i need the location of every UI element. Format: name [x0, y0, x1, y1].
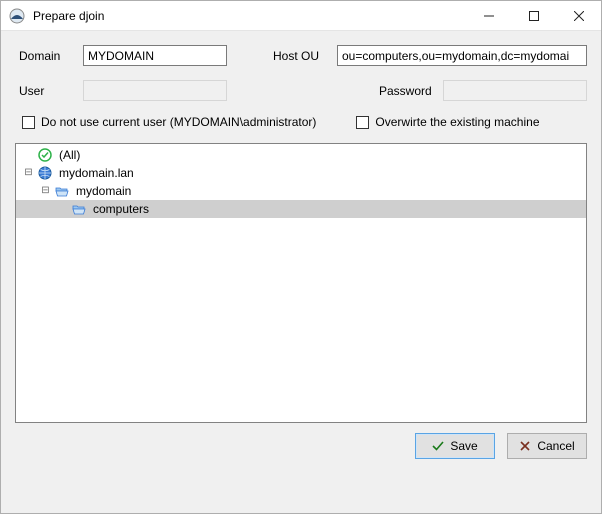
tree-label: computers — [91, 202, 151, 216]
checkbox-icon — [22, 116, 35, 129]
close-button[interactable] — [556, 1, 601, 30]
save-button-label: Save — [450, 439, 477, 453]
tree-twisty-none: ▪ — [54, 204, 71, 214]
client-area: Domain Host OU User Password — [1, 31, 601, 513]
tree-node-ou-computers[interactable]: ▪ computers — [16, 200, 586, 218]
form-area: Domain Host OU User Password — [1, 31, 601, 143]
folder-open-icon — [71, 201, 87, 217]
checkbox-icon — [356, 116, 369, 129]
tree-label: (All) — [57, 148, 82, 162]
save-button[interactable]: Save — [415, 433, 495, 459]
domain-input[interactable] — [83, 45, 227, 66]
tree-label: mydomain — [74, 184, 133, 198]
folder-open-icon — [54, 183, 70, 199]
password-input — [443, 80, 587, 101]
not-current-user-checkbox[interactable]: Do not use current user (MYDOMAIN\admini… — [22, 115, 316, 129]
button-bar: Save Cancel — [1, 423, 601, 471]
tree-twisty-none: ▪ — [20, 150, 37, 160]
tree-node-ou-mydomain[interactable]: ⊟ mydomain — [16, 182, 586, 200]
window-title: Prepare djoin — [33, 9, 466, 23]
not-current-user-label: Do not use current user (MYDOMAIN\admini… — [41, 115, 316, 129]
titlebar: Prepare djoin — [1, 1, 601, 31]
overwrite-label: Overwirte the existing machine — [375, 115, 539, 129]
globe-icon — [37, 165, 53, 181]
tree-collapse-icon[interactable]: ⊟ — [37, 186, 54, 196]
user-input — [83, 80, 227, 101]
user-label: User — [19, 84, 83, 98]
tree-label: mydomain.lan — [57, 166, 136, 180]
tree-node-domain[interactable]: ⊟ mydomain.lan — [16, 164, 586, 182]
check-icon — [432, 440, 444, 452]
check-circle-icon — [37, 147, 53, 163]
prepare-djoin-window: Prepare djoin Domain Host OU — [0, 0, 602, 514]
x-icon — [519, 440, 531, 452]
minimize-button[interactable] — [466, 1, 511, 30]
tree-collapse-icon[interactable]: ⊟ — [20, 168, 37, 178]
cancel-button-label: Cancel — [537, 439, 574, 453]
maximize-button[interactable] — [511, 1, 556, 30]
password-label: Password — [379, 84, 443, 98]
hostou-input[interactable] — [337, 45, 587, 66]
hostou-label: Host OU — [273, 49, 337, 63]
overwrite-checkbox[interactable]: Overwirte the existing machine — [356, 115, 539, 129]
app-icon — [9, 8, 25, 24]
window-buttons — [466, 1, 601, 30]
domain-label: Domain — [19, 49, 83, 63]
ou-tree[interactable]: ▪ (All) ⊟ mydomain.lan ⊟ — [15, 143, 587, 423]
tree-node-all[interactable]: ▪ (All) — [16, 146, 586, 164]
cancel-button[interactable]: Cancel — [507, 433, 587, 459]
